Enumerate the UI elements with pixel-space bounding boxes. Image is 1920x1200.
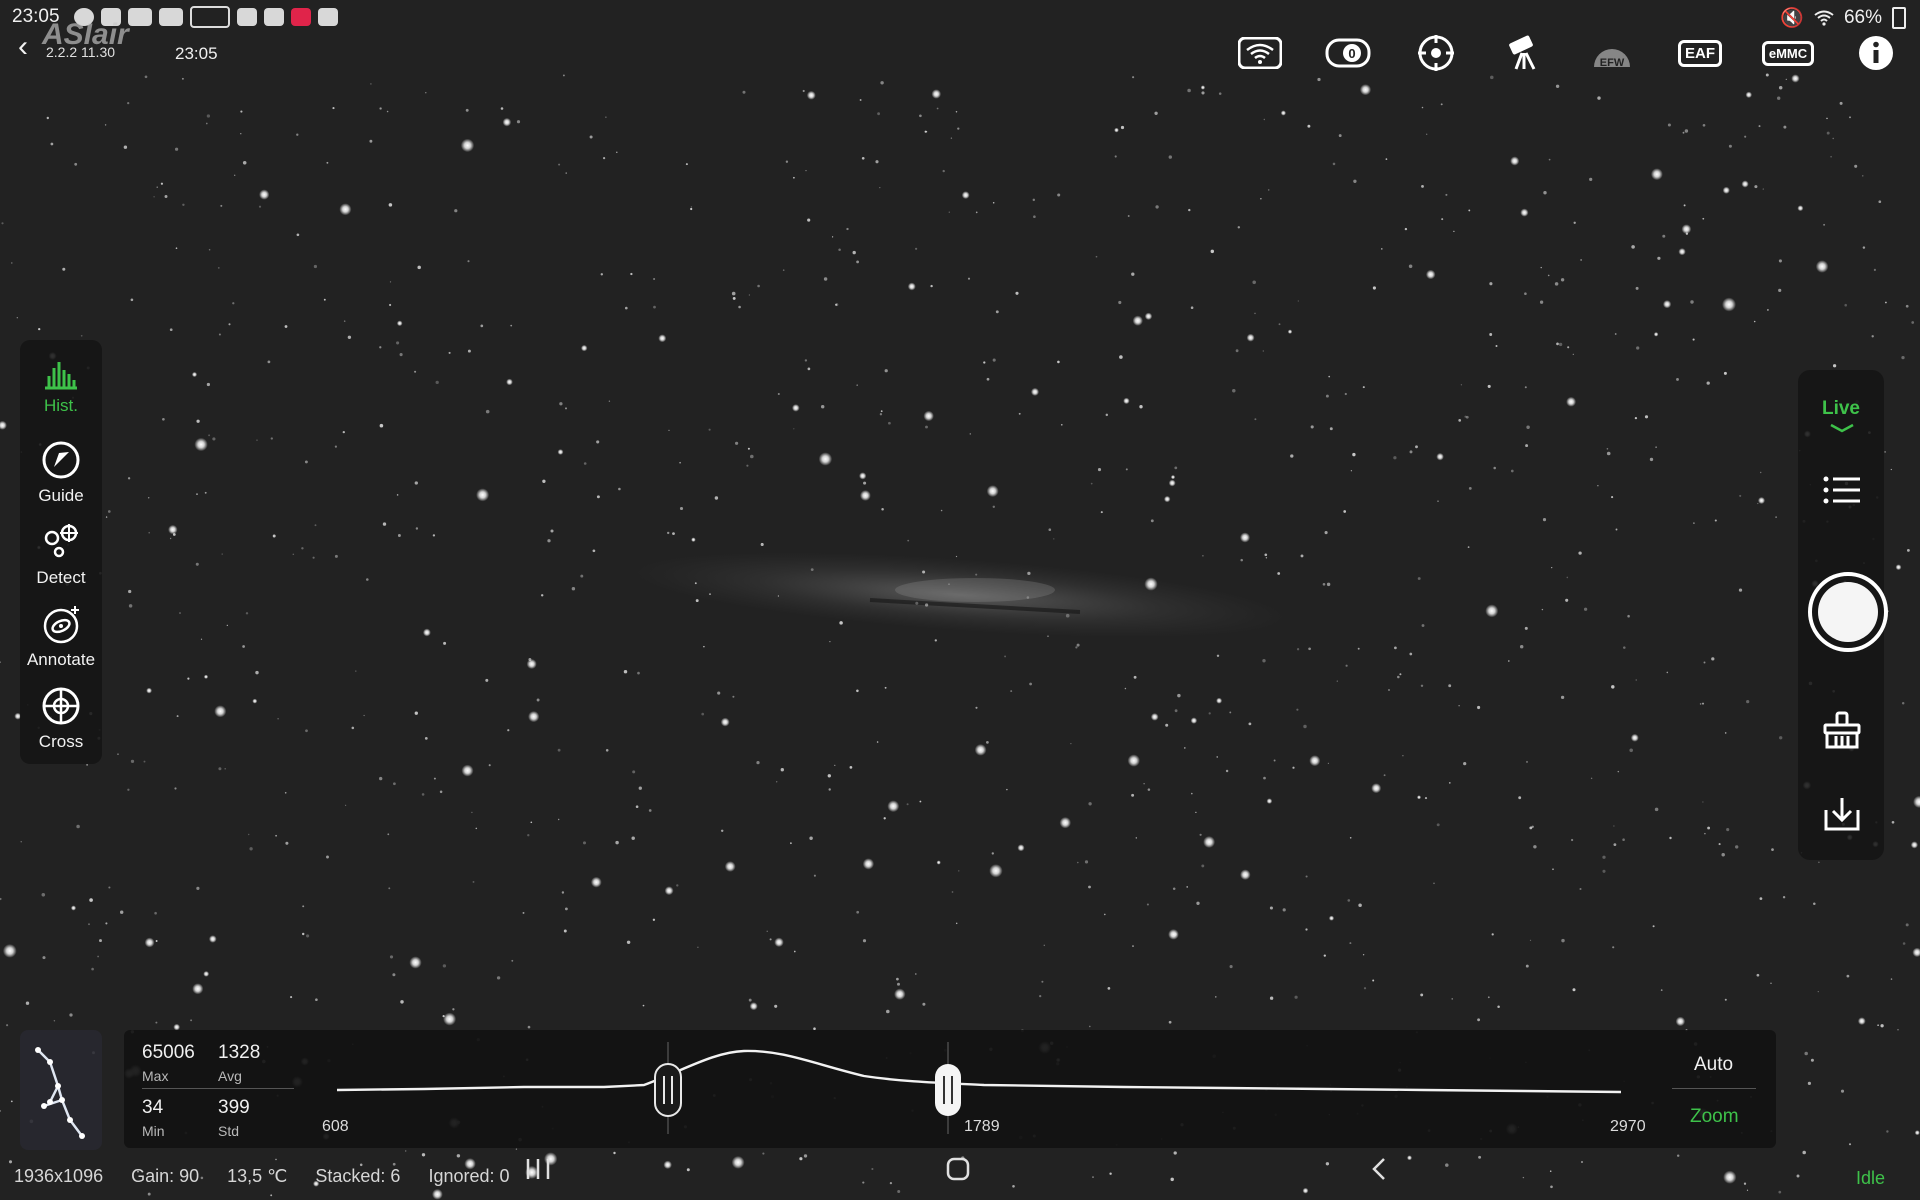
guide-icon bbox=[42, 441, 80, 479]
detect-icon bbox=[44, 524, 78, 558]
tool-annotate[interactable]: Annotate bbox=[20, 604, 102, 670]
hist-mid-mark: 1789 bbox=[964, 1118, 1000, 1135]
status-right: 🔇 66% bbox=[1780, 6, 1906, 30]
app-icon bbox=[264, 8, 284, 26]
list-icon[interactable] bbox=[1822, 474, 1862, 506]
auto-divider bbox=[1672, 1088, 1756, 1089]
camera-index: 0 bbox=[1348, 46, 1355, 61]
tool-detect[interactable]: Detect bbox=[20, 522, 102, 588]
camera-device-button[interactable]: 0 bbox=[1324, 34, 1372, 72]
histogram-panel: 65006 Max 1328 Avg 34 Min 399 Std 608 17… bbox=[124, 1030, 1776, 1148]
info-icon bbox=[1859, 36, 1893, 70]
app-red-icon bbox=[291, 8, 311, 26]
back-button[interactable]: ‹ bbox=[18, 30, 28, 64]
telescope-icon bbox=[1509, 35, 1536, 70]
nav-back-icon[interactable] bbox=[1366, 1156, 1394, 1182]
sky-image[interactable] bbox=[0, 0, 1920, 1200]
galaxy-icon bbox=[43, 606, 79, 644]
live-mode-selector[interactable]: Live bbox=[1798, 398, 1884, 420]
wifi-device-button[interactable] bbox=[1236, 34, 1284, 72]
recent-apps-icon[interactable] bbox=[524, 1156, 552, 1182]
histogram-icon bbox=[45, 362, 77, 390]
battery-icon bbox=[1892, 7, 1906, 29]
auto-stretch-button[interactable]: Auto bbox=[1694, 1054, 1733, 1076]
app-version: 2.2.2 11.30 bbox=[46, 44, 116, 60]
tool-annotate-label: Annotate bbox=[26, 650, 96, 669]
tool-cross-label: Cross bbox=[38, 732, 84, 751]
app-header: ‹ ASIair 2.2.2 11.30 23:05 0 EFW EAF eMM… bbox=[0, 18, 1920, 76]
eaf-icon: EAF bbox=[1678, 39, 1722, 67]
battery-level: 66% bbox=[1843, 7, 1882, 28]
shutter-button[interactable] bbox=[1808, 572, 1888, 652]
crosshair-icon bbox=[42, 687, 80, 725]
black-point-handle[interactable] bbox=[654, 1063, 682, 1117]
state-idle: Idle bbox=[1856, 1168, 1886, 1188]
gain-text: Gain: 90 bbox=[131, 1166, 200, 1186]
capture-info-bar: 1936x1096 Gain: 90 13,5 ℃ Stacked: 6 Ign… bbox=[14, 1166, 510, 1187]
chevron-down-icon[interactable] bbox=[1829, 422, 1855, 434]
tool-panel: Hist. Guide Detect Annotate Cross bbox=[20, 340, 102, 764]
temperature-text: 13,5 ℃ bbox=[227, 1166, 288, 1186]
emmc-device-button[interactable]: eMMC bbox=[1761, 34, 1815, 72]
resolution-text: 1936x1096 bbox=[14, 1166, 104, 1186]
clean-brush-icon[interactable] bbox=[1822, 710, 1862, 750]
hist-left-mark: 608 bbox=[322, 1118, 349, 1135]
emmc-icon: eMMC bbox=[1761, 40, 1815, 66]
device-toolbar: 0 EFW EAF eMMC bbox=[1236, 34, 1900, 72]
histogram-curve bbox=[336, 1049, 1622, 1094]
histogram-graph[interactable] bbox=[124, 1030, 1776, 1148]
stacked-count: Stacked: 6 bbox=[315, 1166, 401, 1186]
wifi-status-icon bbox=[1814, 10, 1834, 26]
youtube-icon bbox=[159, 8, 183, 26]
capture-panel: Live bbox=[1798, 370, 1888, 860]
eaf-device-button[interactable]: EAF bbox=[1676, 34, 1724, 72]
tool-cross[interactable]: Cross bbox=[20, 686, 102, 752]
hist-right-mark: 2970 bbox=[1610, 1118, 1646, 1135]
efw-device-button[interactable]: EFW bbox=[1588, 34, 1636, 72]
header-time: 23:05 bbox=[175, 44, 218, 63]
mid-point-handle[interactable] bbox=[935, 1064, 961, 1116]
tool-guide[interactable]: Guide bbox=[20, 440, 102, 506]
home-icon[interactable] bbox=[944, 1156, 972, 1182]
zoom-button[interactable]: Zoom bbox=[1690, 1106, 1739, 1128]
guide-device-button[interactable] bbox=[1412, 34, 1460, 72]
tool-detect-label: Detect bbox=[36, 568, 86, 587]
youtube-icon bbox=[128, 8, 152, 26]
mount-device-button[interactable] bbox=[1500, 34, 1548, 72]
upload-icon bbox=[190, 6, 230, 28]
mail-icon bbox=[237, 8, 257, 26]
constellation-thumbnail[interactable] bbox=[20, 1030, 102, 1150]
guide-scope-icon bbox=[1418, 35, 1454, 71]
mute-icon: 🔇 bbox=[1780, 8, 1804, 29]
camera-icon: 0 bbox=[1325, 38, 1371, 68]
tool-hist[interactable]: Hist. bbox=[20, 358, 102, 416]
tool-hist-label: Hist. bbox=[44, 396, 78, 415]
gallery-icon bbox=[318, 8, 338, 26]
shutter-inner bbox=[1818, 582, 1878, 642]
tool-guide-label: Guide bbox=[38, 486, 84, 505]
constellation-icon bbox=[35, 1047, 85, 1139]
wifi-icon bbox=[1238, 37, 1282, 69]
efw-label: EFW bbox=[1600, 57, 1625, 69]
info-button[interactable] bbox=[1852, 34, 1900, 72]
filter-wheel-icon: EFW bbox=[1594, 49, 1630, 69]
ignored-count: Ignored: 0 bbox=[428, 1166, 510, 1186]
download-icon[interactable] bbox=[1822, 794, 1862, 834]
